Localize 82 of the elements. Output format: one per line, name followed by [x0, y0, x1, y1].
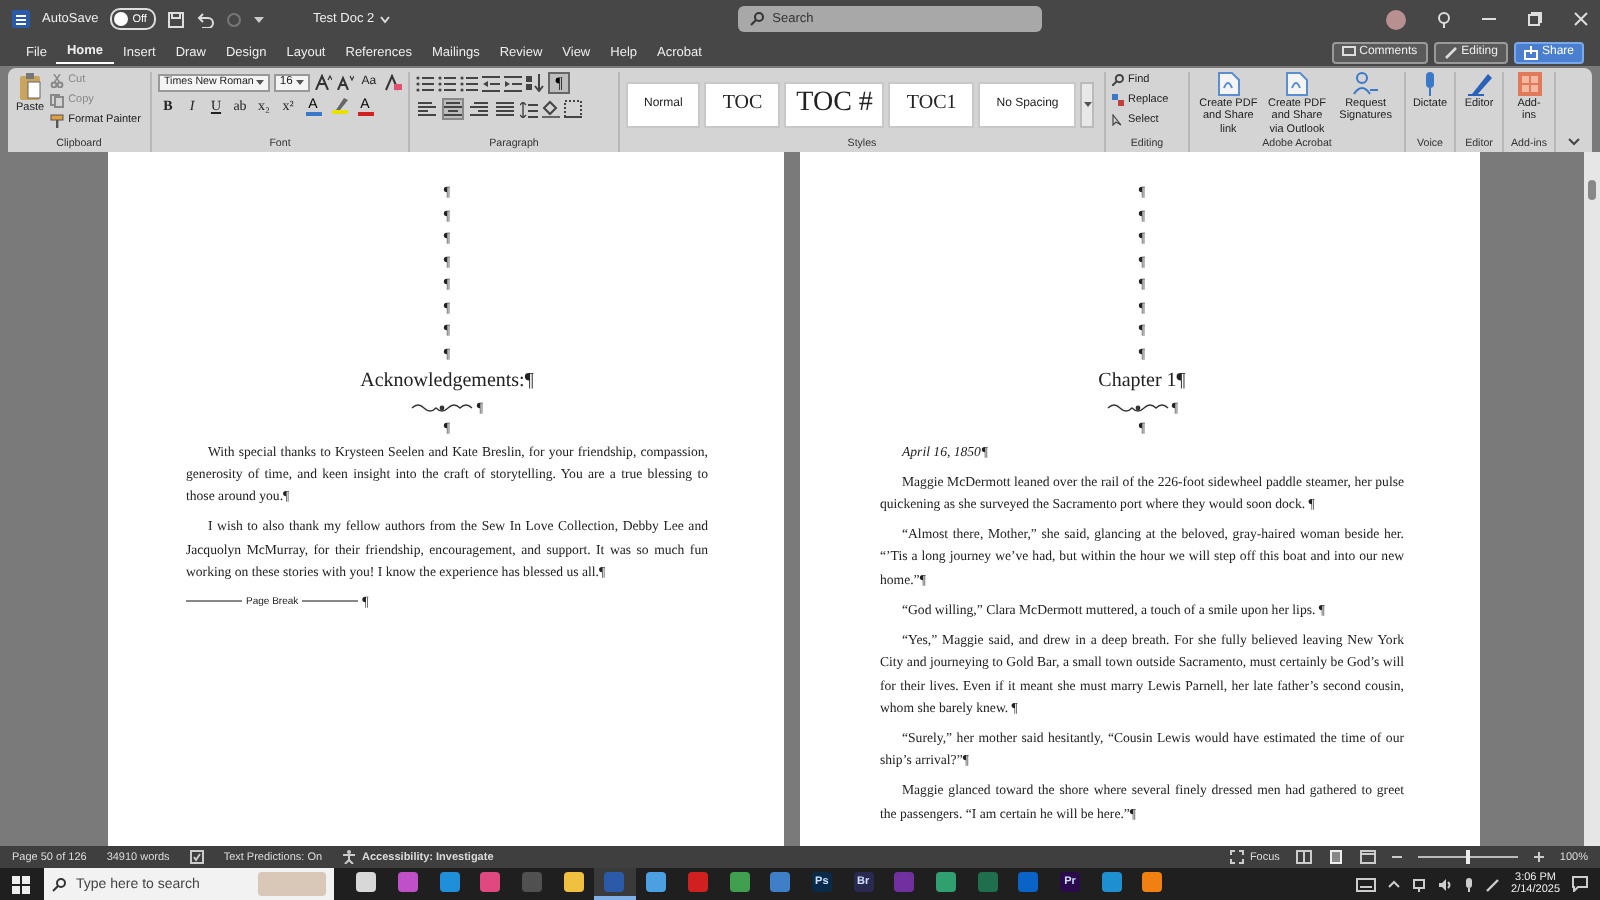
clipboard-icon: [18, 72, 43, 100]
decrease-indent-icon[interactable]: [482, 75, 500, 91]
increase-indent-icon[interactable]: [504, 75, 522, 91]
paintbrush-icon: [50, 113, 65, 127]
align-button[interactable]: [442, 98, 464, 120]
chevron-up-icon[interactable]: [1387, 880, 1400, 888]
style-gallery-item[interactable]: TOC1: [888, 81, 975, 127]
windows-start-icon[interactable]: [11, 875, 29, 893]
search-icon: [750, 12, 765, 26]
undo-icon[interactable]: [196, 11, 215, 27]
microphone-icon: [1422, 72, 1438, 96]
print-layout-icon[interactable]: [1327, 850, 1344, 864]
minimize-icon[interactable]: [1482, 12, 1496, 26]
keyboard-icon[interactable]: [1355, 877, 1376, 891]
borders-icon[interactable]: [564, 100, 582, 118]
pointer-icon: [1112, 114, 1124, 126]
focus-icon[interactable]: [1229, 850, 1244, 864]
align-button[interactable]: [494, 98, 516, 120]
gallery-scroll-button[interactable]: [1080, 81, 1095, 127]
align-justify-icon: [496, 101, 514, 117]
caret-icon[interactable]: [254, 15, 265, 23]
marker-icon: [331, 98, 347, 110]
grid-icon: [1517, 72, 1541, 96]
numbering-icon[interactable]: [438, 75, 456, 91]
show-marks-button[interactable]: ¶: [548, 72, 570, 94]
line-spacing-icon[interactable]: [520, 101, 538, 117]
sort-icon[interactable]: [526, 74, 544, 92]
proofing-icon[interactable]: [189, 850, 204, 864]
zoom-in-icon[interactable]: [1533, 852, 1544, 862]
search-highlight-picture: [258, 872, 326, 896]
microphone-icon[interactable]: [1463, 877, 1474, 891]
restore-icon[interactable]: [1528, 12, 1542, 26]
comment-icon: [1341, 46, 1356, 58]
align-right-icon: [470, 101, 488, 117]
pencil-icon: [1443, 45, 1458, 59]
caret-icon: [255, 79, 264, 85]
align-center-icon: [444, 101, 462, 117]
vertical-scrollbar[interactable]: [1584, 152, 1600, 846]
lightbulb-icon[interactable]: [1438, 11, 1450, 27]
bullets-icon[interactable]: [416, 75, 434, 91]
style-gallery-item[interactable]: TOC: [704, 81, 781, 127]
align-left-icon: [418, 101, 436, 117]
web-layout-icon[interactable]: [1359, 850, 1376, 864]
ornament-drawing: [1105, 401, 1170, 413]
chevron-down-icon[interactable]: [1568, 138, 1580, 146]
font-shrink-icon[interactable]: [335, 74, 354, 90]
align-button[interactable]: [416, 98, 438, 120]
copy-icon: [50, 93, 65, 107]
pdf-document-icon: [1285, 72, 1308, 96]
network-icon[interactable]: [1411, 877, 1426, 891]
multilevel-list-icon[interactable]: [460, 75, 478, 91]
user-avatar[interactable]: [1386, 9, 1406, 29]
style-gallery-item[interactable]: TOC #: [784, 81, 885, 127]
save-icon[interactable]: [168, 11, 185, 27]
zoom-out-icon[interactable]: [1391, 852, 1402, 862]
word-app-icon: [12, 10, 30, 28]
close-icon[interactable]: [1574, 12, 1588, 26]
pen-icon: [1467, 72, 1491, 96]
pdf-document-icon: [1217, 72, 1240, 96]
ornament-drawing: [410, 401, 475, 413]
replace-icon: [1112, 94, 1124, 106]
read-mode-icon[interactable]: [1295, 850, 1312, 864]
caret-icon: [295, 79, 304, 85]
signature-icon: [1352, 72, 1379, 96]
shading-icon[interactable]: [542, 100, 560, 118]
search-icon: [1112, 74, 1124, 86]
volume-icon[interactable]: [1437, 877, 1452, 891]
caret-icon: [1083, 101, 1092, 107]
notification-icon[interactable]: [1572, 876, 1588, 892]
share-icon: [1523, 45, 1538, 59]
font-grow-icon[interactable]: [313, 74, 332, 90]
clear-formatting-icon[interactable]: [384, 73, 402, 91]
scissors-icon: [50, 73, 65, 87]
accessibility-icon[interactable]: [342, 850, 357, 864]
zoom-slider-thumb[interactable]: [1465, 850, 1470, 864]
page-heading: Acknowledgements:¶: [358, 368, 536, 396]
page-heading: Chapter 1¶: [1096, 368, 1188, 396]
search-icon: [52, 877, 66, 891]
align-button[interactable]: [468, 98, 490, 120]
pen-icon[interactable]: [1485, 877, 1500, 891]
highlight-button[interactable]: [328, 98, 350, 114]
taskbar-app-button[interactable]: [594, 868, 636, 900]
